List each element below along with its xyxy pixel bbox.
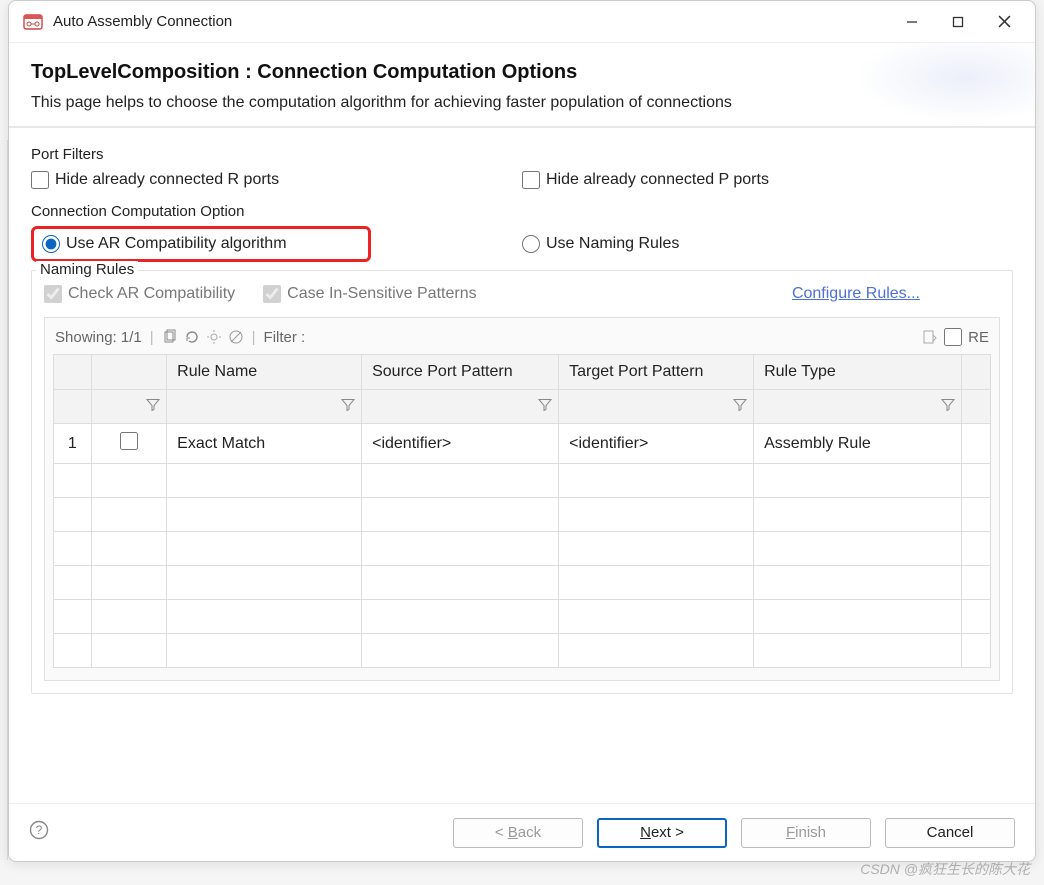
radio-use-ar-compat-label: Use AR Compatibility algorithm xyxy=(66,235,287,253)
table-row-empty xyxy=(54,600,991,634)
col-header-type[interactable]: Rule Type xyxy=(754,355,962,390)
configure-rules-link[interactable]: Configure Rules... xyxy=(792,285,920,303)
funnel-icon[interactable] xyxy=(538,397,552,416)
refresh-icon[interactable] xyxy=(184,329,200,345)
funnel-icon[interactable] xyxy=(341,397,355,416)
checkbox-case-insensitive-input xyxy=(263,285,281,303)
funnel-icon[interactable] xyxy=(146,397,160,416)
cell-target[interactable]: <identifier> xyxy=(559,424,754,464)
filter-cell-check[interactable] xyxy=(91,390,166,424)
maximize-button[interactable] xyxy=(935,7,981,37)
cancel-button[interactable]: Cancel xyxy=(885,818,1015,848)
checkbox-hide-p-ports-label: Hide already connected P ports xyxy=(546,171,769,189)
finish-button[interactable]: Finish xyxy=(741,818,871,848)
toolbar-sep-2: | xyxy=(252,329,256,346)
checkbox-check-ar-compat: Check AR Compatibility xyxy=(44,285,235,303)
col-header-rulename[interactable]: Rule Name xyxy=(167,355,362,390)
radio-use-naming-rules[interactable]: Use Naming Rules xyxy=(522,226,1013,262)
cell-num: 1 xyxy=(54,424,92,464)
naming-rules-legend: Naming Rules xyxy=(36,261,138,278)
cell-check[interactable] xyxy=(91,424,166,464)
cell-rulename[interactable]: Exact Match xyxy=(167,424,362,464)
table-row-empty xyxy=(54,566,991,600)
radio-use-naming-rules-label: Use Naming Rules xyxy=(546,235,679,253)
radio-use-naming-rules-input[interactable] xyxy=(522,235,540,253)
back-button[interactable]: < Back xyxy=(453,818,583,848)
table-header-row: Rule Name Source Port Pattern Target Por… xyxy=(54,355,991,390)
row-checkbox[interactable] xyxy=(120,432,138,450)
table-body: 1 Exact Match <identifier> <identifier> … xyxy=(54,424,991,668)
help-icon[interactable]: ? xyxy=(29,820,49,845)
re-checkbox[interactable] xyxy=(944,328,962,346)
filter-label: Filter : xyxy=(264,329,306,346)
watermark: CSDN @疯狂生长的陈大花 xyxy=(860,859,1030,879)
table-row-empty xyxy=(54,464,991,498)
group-port-filters: Port Filters Hide already connected R po… xyxy=(31,146,1013,199)
col-header-target[interactable]: Target Port Pattern xyxy=(559,355,754,390)
table-row-empty xyxy=(54,634,991,668)
funnel-icon[interactable] xyxy=(733,397,747,416)
radio-use-ar-compat-input[interactable] xyxy=(42,235,60,253)
header: TopLevelComposition : Connection Computa… xyxy=(9,43,1035,128)
no-filter-icon[interactable] xyxy=(228,329,244,345)
cell-source[interactable]: <identifier> xyxy=(362,424,559,464)
funnel-icon[interactable] xyxy=(941,397,955,416)
checkbox-case-insensitive: Case In-Sensitive Patterns xyxy=(263,285,476,303)
filter-input[interactable] xyxy=(311,329,916,346)
background-panel-fragment xyxy=(0,140,8,860)
showing-label: Showing: 1/1 xyxy=(55,329,142,346)
rules-table-panel: Showing: 1/1 | | Filter : RE xyxy=(44,317,1000,681)
gear-icon[interactable] xyxy=(206,329,222,345)
checkbox-case-insensitive-label: Case In-Sensitive Patterns xyxy=(287,285,476,303)
computation-option-legend: Connection Computation Option xyxy=(31,203,1013,220)
export-icon[interactable] xyxy=(922,329,938,345)
port-filters-legend: Port Filters xyxy=(31,146,1013,163)
re-label: RE xyxy=(968,329,989,346)
window-title: Auto Assembly Connection xyxy=(53,13,889,30)
checkbox-hide-p-ports[interactable]: Hide already connected P ports xyxy=(522,171,1013,189)
radio-use-ar-compat[interactable]: Use AR Compatibility algorithm xyxy=(31,226,371,262)
close-button[interactable] xyxy=(981,7,1027,37)
toolbar-sep-1: | xyxy=(150,329,154,346)
dialog-body: Port Filters Hide already connected R po… xyxy=(9,128,1035,803)
filter-cell-target[interactable] xyxy=(559,390,754,424)
checkbox-hide-p-ports-input[interactable] xyxy=(522,171,540,189)
col-header-num[interactable] xyxy=(54,355,92,390)
copy-icon[interactable] xyxy=(162,329,178,345)
cell-type[interactable]: Assembly Rule xyxy=(754,424,962,464)
col-header-source[interactable]: Source Port Pattern xyxy=(362,355,559,390)
svg-text:?: ? xyxy=(36,823,43,837)
group-naming-rules: Naming Rules Check AR Compatibility Case… xyxy=(31,270,1013,694)
checkbox-check-ar-compat-input xyxy=(44,285,62,303)
minimize-button[interactable] xyxy=(889,7,935,37)
page-subtitle: This page helps to choose the computatio… xyxy=(31,94,1013,112)
checkbox-check-ar-compat-label: Check AR Compatibility xyxy=(68,285,235,303)
rules-table: Rule Name Source Port Pattern Target Por… xyxy=(53,354,991,668)
filter-cell-source[interactable] xyxy=(362,390,559,424)
next-button[interactable]: Next > xyxy=(597,818,727,848)
checkbox-hide-r-ports[interactable]: Hide already connected R ports xyxy=(31,171,522,189)
table-toolbar: Showing: 1/1 | | Filter : RE xyxy=(53,324,991,354)
dialog-window: Auto Assembly Connection TopLevelComposi… xyxy=(8,0,1036,862)
titlebar: Auto Assembly Connection xyxy=(9,1,1035,43)
wizard-footer: ? < Back Next > Finish Cancel xyxy=(9,803,1035,861)
table-row[interactable]: 1 Exact Match <identifier> <identifier> … xyxy=(54,424,991,464)
page-title: TopLevelComposition : Connection Computa… xyxy=(31,61,1013,84)
checkbox-hide-r-ports-label: Hide already connected R ports xyxy=(55,171,279,189)
app-icon xyxy=(23,12,43,32)
table-filter-row xyxy=(54,390,991,424)
filter-cell-name[interactable] xyxy=(167,390,362,424)
col-header-check[interactable] xyxy=(91,355,166,390)
checkbox-hide-r-ports-input[interactable] xyxy=(31,171,49,189)
filter-cell-type[interactable] xyxy=(754,390,962,424)
group-connection-computation: Connection Computation Option Use AR Com… xyxy=(31,203,1013,268)
col-header-end xyxy=(961,355,990,390)
table-row-empty xyxy=(54,532,991,566)
table-row-empty xyxy=(54,498,991,532)
